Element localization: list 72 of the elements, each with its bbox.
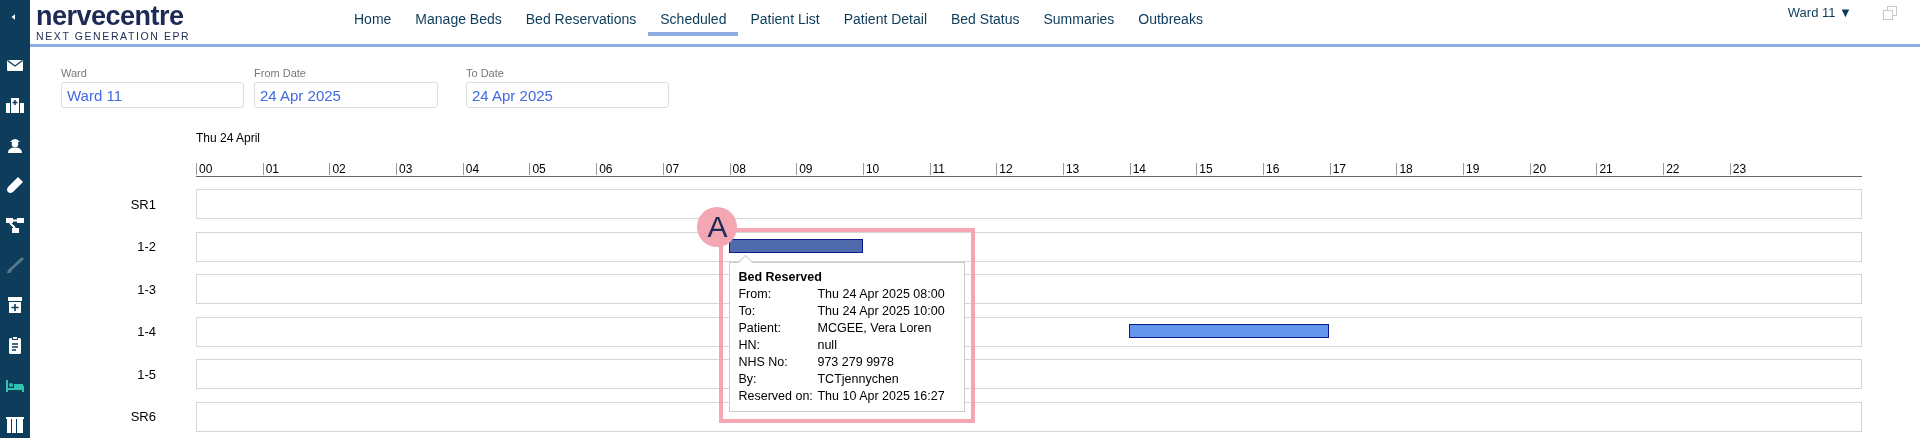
bed-label: 1-5 <box>137 366 156 382</box>
nav-tab[interactable]: Manage Beds <box>403 0 514 33</box>
hour-label: 21 <box>1596 163 1664 175</box>
hour-label: 11 <box>929 163 997 175</box>
hour-label: 04 <box>462 163 530 175</box>
hour-label: 20 <box>1529 163 1597 175</box>
tooltip-label: HN: <box>738 336 761 354</box>
nav-tab[interactable]: Bed Reservations <box>513 0 649 33</box>
booking-bar[interactable] <box>729 238 863 253</box>
hour-label: 03 <box>396 163 463 175</box>
hour-label: 22 <box>1663 163 1730 175</box>
bed-label: SR1 <box>130 196 156 212</box>
logo-tagline: NEXT GENERATION EPR <box>36 30 191 42</box>
hour-label: 19 <box>1463 163 1530 175</box>
tooltip-label: NHS No: <box>738 353 789 371</box>
hour-label: 05 <box>529 163 597 175</box>
logo-text: nervecentre <box>36 2 184 30</box>
tooltip-label: From: <box>738 285 773 303</box>
tooltip-label: Patient: <box>738 319 782 337</box>
hour-label: 13 <box>1062 163 1130 175</box>
input-field[interactable]: 24 Apr 2025 <box>254 82 438 108</box>
bed-label: 1-4 <box>137 324 156 339</box>
medicine-box-icon[interactable] <box>5 295 25 315</box>
building-icon[interactable] <box>5 95 25 115</box>
nav-tab[interactable]: Patient List <box>738 0 832 33</box>
nav-tab[interactable]: Home <box>342 0 404 33</box>
tooltip-value: Thu 24 Apr 2025 08:00 <box>817 285 946 303</box>
hour-label: 16 <box>1263 163 1330 175</box>
ward-menu[interactable]: Ward 11 ▼ <box>1787 5 1852 20</box>
tooltip-value: 973 279 9978 <box>817 353 895 371</box>
field-label: From Date <box>254 67 306 80</box>
hour-label: 02 <box>329 163 397 175</box>
hour-label: 15 <box>1196 163 1263 175</box>
test-tube-icon[interactable] <box>5 175 25 195</box>
tooltip-label: To: <box>738 302 757 320</box>
hour-label: 09 <box>796 163 863 175</box>
tooltip-value: MCGEE, Vera Loren <box>817 319 933 337</box>
hour-label: 08 <box>729 163 797 175</box>
bed-label: SR6 <box>130 409 156 424</box>
tooltip-value: Thu 24 Apr 2025 10:00 <box>817 302 946 320</box>
input-field[interactable]: 24 Apr 2025 <box>466 82 669 108</box>
hour-label: 01 <box>262 163 330 175</box>
nav-tab[interactable]: Summaries <box>1031 0 1127 33</box>
booking-bar[interactable] <box>1128 323 1329 338</box>
tooltip-value: null <box>817 336 838 354</box>
hour-label: 07 <box>662 163 730 175</box>
field-label: To Date <box>466 67 504 80</box>
books-icon[interactable] <box>5 415 25 435</box>
tooltip-label: By: <box>738 370 758 388</box>
hour-label: 18 <box>1396 163 1464 175</box>
nav-tab[interactable]: Scheduled <box>648 0 739 36</box>
nav-tab[interactable]: Bed Status <box>939 0 1032 33</box>
hour-label: 17 <box>1329 163 1397 175</box>
nav-tab[interactable]: Outbreaks <box>1126 0 1215 33</box>
nav-tab[interactable]: Patient Detail <box>831 0 939 33</box>
hour-label: 14 <box>1129 163 1197 175</box>
tooltip-label: Reserved on: <box>738 387 814 405</box>
date-heading: Thu 24 April <box>196 130 261 147</box>
hour-label: 00 <box>196 163 263 175</box>
bed-label: 1-2 <box>137 239 156 254</box>
hour-label: 06 <box>596 163 663 175</box>
field-label: Ward <box>61 67 87 80</box>
tooltip-value: TCTjennychen <box>817 370 900 388</box>
network-icon[interactable] <box>5 215 25 235</box>
hour-label: 12 <box>996 163 1063 175</box>
hour-label: 23 <box>1729 163 1797 175</box>
input-field[interactable]: Ward 11 <box>61 82 244 108</box>
annotation-badge: A <box>697 206 738 247</box>
tooltip-value: Thu 10 Apr 2025 16:27 <box>817 387 946 405</box>
bed-label: 1-3 <box>137 281 156 297</box>
hour-label: 10 <box>862 163 930 175</box>
tooltip-title: Bed Reserved <box>738 268 822 286</box>
